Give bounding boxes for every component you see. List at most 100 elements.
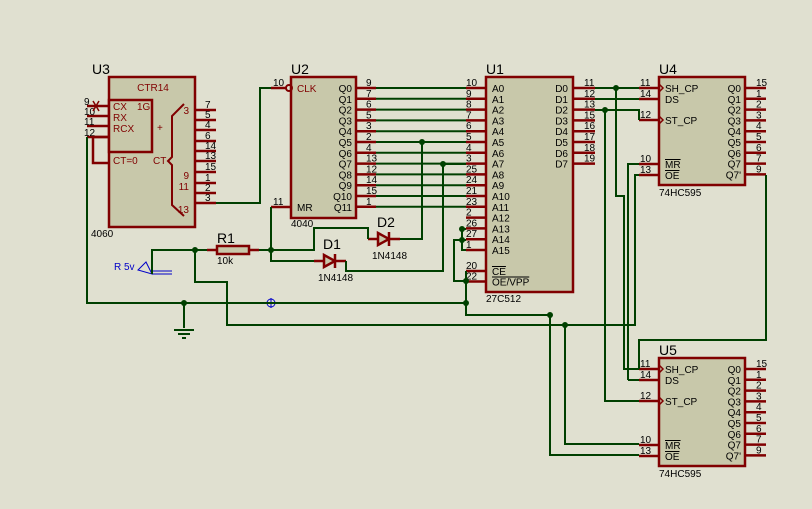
pin-name: SH_CP [665,84,699,95]
pin-number: 19 [584,154,596,165]
pin-name: Q7 [728,160,742,171]
pin-number: 11 [640,359,651,370]
pin-name: D2 [555,106,568,117]
chip-u4[interactable]: U474HC59511SH_CP14DS12ST_CP10MR13OE15Q0 1… [639,61,768,199]
pin-number: 13 [640,446,652,457]
pin-name: + [157,123,163,134]
part-label: 4060 [91,229,114,240]
pin-number: 4 [756,121,762,132]
pin-name: OE/VPP [492,278,530,289]
ref-label: R1 [217,230,235,246]
pin-number: 9 [756,445,762,456]
pin-name: CT=0 [113,156,138,167]
voltage-probe[interactable]: R 5v [114,261,172,275]
junction-dot [613,85,619,91]
junction-dot [419,139,425,145]
pin-name: Q1 [728,95,742,106]
ground-symbol [174,329,194,339]
pin-name: CLK [297,84,317,95]
pin-number: 11 [584,78,595,89]
probe-label: R 5v [114,262,135,273]
pin-number: 13 [205,151,217,162]
pin-name: D5 [555,138,568,149]
pin-name: A11 [492,203,509,214]
pin-number: 5 [366,110,372,121]
pin-number: 15 [205,162,217,173]
pin-name: Q3 [728,397,742,408]
ref-label: U4 [659,61,677,77]
chip-u5[interactable]: U574HC59511SH_CP14DS12ST_CP10MR13OE15Q0 1… [639,342,768,480]
pin-name: DS [665,376,679,387]
pin-name: Q3 [728,116,742,127]
pin-name: Q10 [333,192,352,203]
pin-number: 13 [640,165,652,176]
pin-name: Q7' [726,451,741,462]
wire [151,249,207,274]
pin-name: D3 [555,116,568,127]
pin-name: Q1 [339,95,353,106]
pin-name: A13 [492,224,510,235]
pin-name: Q6 [339,149,353,160]
pin-number: 2 [756,100,762,111]
pin-name: CE [492,267,506,278]
pin-name: Q7 [339,160,353,171]
pin-number: 3 [756,391,762,402]
chip-u1[interactable]: U1 27C512 10 A0 9 A1 8 A2 7 A3 6 A4 5 A5 4 A6 3 A7 25 A8 24 A… [466,61,596,305]
resistor-r1[interactable]: R1 10k [207,230,259,267]
value-label: 1N4148 [318,273,353,284]
pin-number: 11 [84,117,95,128]
pin-name: D0 [555,84,568,95]
junction-dot [440,161,446,167]
pin-name: SH_CP [665,365,699,376]
pin-number: 10 [640,154,652,165]
pin-number: 13 [584,100,596,111]
part-label: 4040 [291,219,314,230]
wire [259,207,272,251]
pin-number: 18 [584,143,596,154]
value-label: 10k [217,256,234,267]
pin-number: 21 [466,186,478,197]
pin-number: 15 [584,110,596,121]
pin-number: 2 [756,381,762,392]
pin-number: 15 [366,186,378,197]
pin-name: A15 [492,246,510,257]
pin-number: 25 [466,164,478,175]
pin-number: 17 [584,132,596,143]
ref-label: U3 [92,61,110,77]
wire [627,163,639,380]
pin-name: D7 [555,160,568,171]
part-label: 74HC595 [659,188,702,199]
chip-u2[interactable]: U2 4040 10 CLK 11 MR 9 Q0 7 Q1 6 Q2 5 Q3 3 Q4 2 Q5 4 Q6 13 Q7… [271,61,378,230]
wire [216,87,271,204]
pin-number: 5 [756,132,762,143]
pin-number: 4 [756,402,762,413]
pin-name: A1 [492,95,505,106]
pin-name: A12 [492,214,510,225]
pin-name: ST_CP [665,116,698,127]
pin-number: 2 [466,208,472,219]
pin-number: 12 [366,164,378,175]
pin-number: 1 [466,240,472,251]
pin-name: 9 [183,171,189,182]
ref-label: U1 [486,61,504,77]
pin-name: Q4 [728,408,742,419]
chip-u3[interactable]: U34060CTR14CXRXRCX1G+CT=0 CT9101112754614… [84,61,217,240]
pin-number: 4 [366,143,372,154]
pin-name: A5 [492,138,505,149]
schematic-canvas[interactable]: U34060CTR14CXRXRCX1G+CT=0 CT9101112754614… [0,0,812,509]
pin-name: Q5 [728,419,742,430]
pin-name: A10 [492,192,510,203]
wire [270,250,314,262]
pin-number: 8 [466,100,472,111]
pin-number: 11 [640,78,651,89]
wire [638,175,767,369]
pin-name: Q6 [728,149,742,160]
pin-name: Q6 [728,430,742,441]
pin-number: 5 [756,413,762,424]
pin-name: MR [665,160,681,171]
diode-d1[interactable]: D1 1N4148 [314,236,353,284]
pin-name: Q2 [339,106,353,117]
pin-number: 24 [466,175,478,186]
pin-name: A0 [492,84,505,95]
pin-number: 4 [466,143,472,154]
